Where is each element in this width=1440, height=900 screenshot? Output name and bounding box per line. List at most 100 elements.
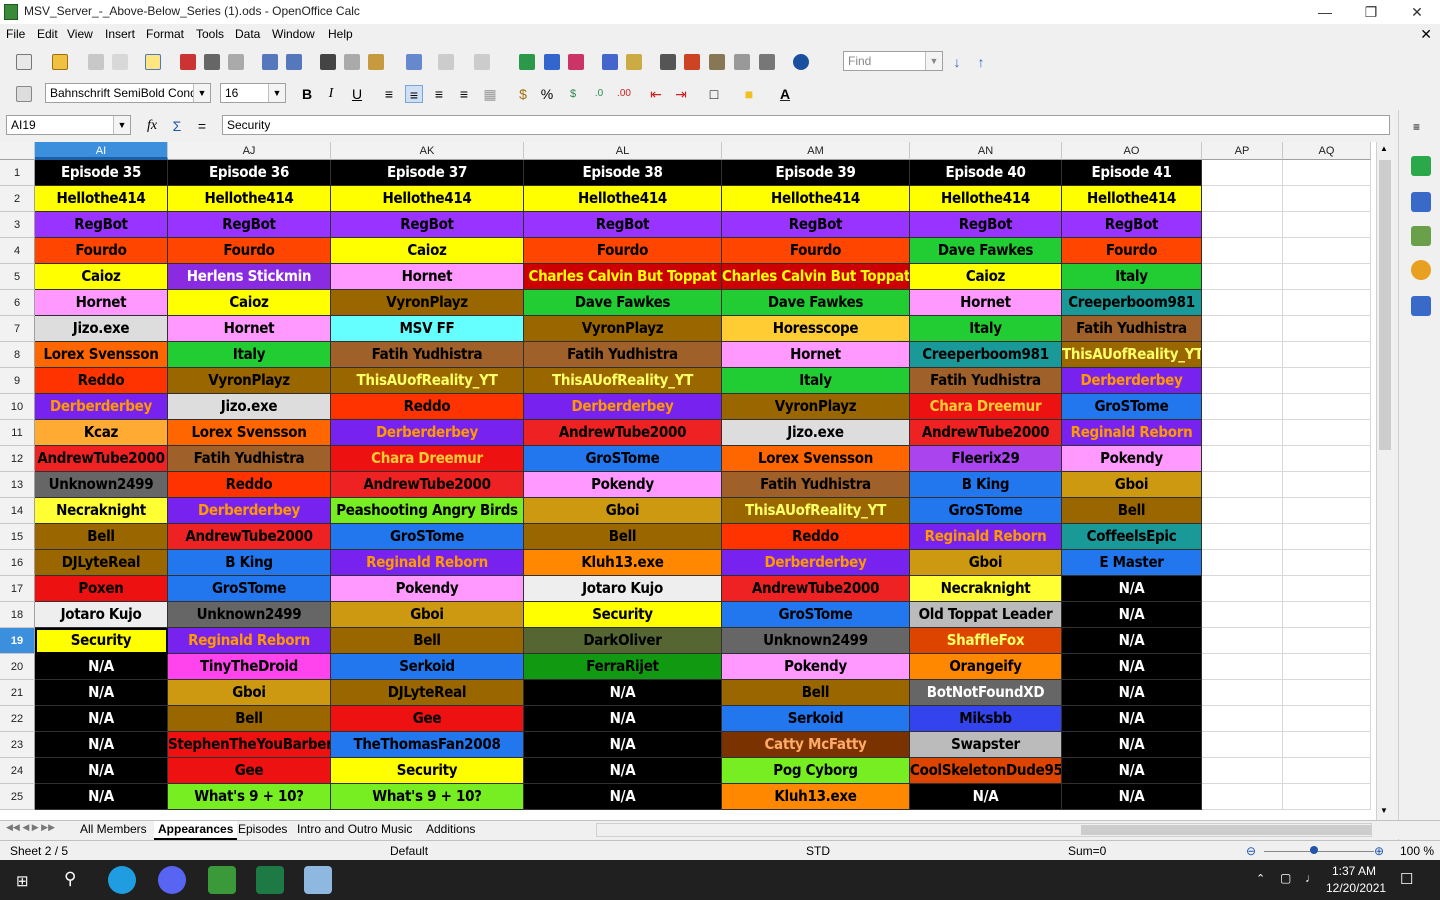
empty-cell[interactable]	[1283, 784, 1371, 810]
print-icon[interactable]	[204, 54, 220, 70]
grid-cell[interactable]: Hellothe414	[35, 186, 168, 212]
grid-cell[interactable]: N/A	[35, 758, 168, 784]
grid-cell[interactable]: What's 9 + 10?	[168, 784, 331, 810]
empty-cell[interactable]	[1283, 160, 1371, 186]
row-header[interactable]: 21	[0, 680, 35, 706]
grid-cell[interactable]: Chara Dreemur	[910, 394, 1062, 420]
autospell-icon[interactable]	[286, 54, 302, 70]
find-input[interactable]: Find ▼	[843, 51, 943, 71]
save-icon[interactable]	[88, 54, 104, 70]
redo-icon[interactable]	[474, 54, 490, 70]
grid-cell[interactable]: Hornet	[35, 290, 168, 316]
menu-view[interactable]: View	[67, 27, 93, 41]
grid-cell[interactable]: Fourdo	[722, 238, 910, 264]
row-header[interactable]: 5	[0, 264, 35, 290]
volume-icon[interactable]: ♩	[1305, 871, 1317, 885]
sum-icon[interactable]: Σ	[168, 117, 186, 135]
font-color-icon[interactable]: A	[776, 85, 794, 103]
empty-cell[interactable]	[1202, 602, 1283, 628]
row-header[interactable]: 2	[0, 186, 35, 212]
sort-descending-icon[interactable]	[568, 54, 584, 70]
row-header[interactable]: 17	[0, 576, 35, 602]
find-dropdown-icon[interactable]: ▼	[925, 52, 942, 70]
menu-insert[interactable]: Insert	[105, 27, 135, 41]
grid-cell[interactable]: N/A	[1062, 706, 1202, 732]
openoffice-calc-icon[interactable]	[208, 866, 236, 894]
empty-cell[interactable]	[1283, 342, 1371, 368]
column-header-al[interactable]: AL	[524, 142, 722, 160]
empty-cell[interactable]	[1202, 628, 1283, 654]
navigator-icon[interactable]	[684, 54, 700, 70]
grid-cell[interactable]: Bell	[1062, 498, 1202, 524]
align-right-icon[interactable]: ≡	[430, 85, 448, 103]
grid-cell[interactable]: Pokendy	[524, 472, 722, 498]
grid-cell[interactable]: Miksbb	[910, 706, 1062, 732]
maximize-button[interactable]: ❐	[1348, 0, 1394, 24]
grid-cell[interactable]: Reddo	[331, 394, 524, 420]
grid-cell[interactable]: Fourdo	[524, 238, 722, 264]
grid-cell[interactable]: Reddo	[722, 524, 910, 550]
grid-cell[interactable]: Hornet	[722, 342, 910, 368]
grid-cell[interactable]: Kluh13.exe	[722, 784, 910, 810]
column-header-ak[interactable]: AK	[331, 142, 524, 160]
grid-cell[interactable]: Fleerix29	[910, 446, 1062, 472]
excel-icon[interactable]	[256, 866, 284, 894]
empty-cell[interactable]	[1202, 264, 1283, 290]
help-icon[interactable]	[793, 54, 809, 70]
selection-mode[interactable]: STD	[806, 844, 830, 858]
row-header[interactable]: 22	[0, 706, 35, 732]
grid-cell[interactable]: Reginald Reborn	[910, 524, 1062, 550]
percent-icon[interactable]: %	[538, 85, 556, 103]
undo-icon[interactable]	[438, 54, 454, 70]
grid-cell[interactable]: Security	[524, 602, 722, 628]
empty-cell[interactable]	[1283, 290, 1371, 316]
grid-cell[interactable]: Jizo.exe	[35, 316, 168, 342]
row-header[interactable]: 4	[0, 238, 35, 264]
menu-help[interactable]: Help	[328, 27, 353, 41]
grid-cell[interactable]: Unknown2499	[168, 602, 331, 628]
underline-icon[interactable]: U	[348, 85, 366, 103]
grid-cell[interactable]: TinyTheDroid	[168, 654, 331, 680]
grid-cell[interactable]: Derberderbey	[722, 550, 910, 576]
grid-cell[interactable]: N/A	[524, 758, 722, 784]
grid-cell[interactable]: N/A	[1062, 576, 1202, 602]
grid-cell[interactable]: Italy	[1062, 264, 1202, 290]
row-header[interactable]: 23	[0, 732, 35, 758]
grid-cell[interactable]: N/A	[35, 654, 168, 680]
grid-cell[interactable]: What's 9 + 10?	[331, 784, 524, 810]
grid-cell[interactable]: Kluh13.exe	[524, 550, 722, 576]
grid-cell[interactable]: RegBot	[524, 212, 722, 238]
grid-cell[interactable]: VyronPlayz	[722, 394, 910, 420]
grid-cell[interactable]: StephenTheYouBarber	[168, 732, 331, 758]
row-header[interactable]: 10	[0, 394, 35, 420]
grid-cell[interactable]: Bell	[168, 706, 331, 732]
empty-cell[interactable]	[1202, 368, 1283, 394]
empty-cell[interactable]	[1283, 368, 1371, 394]
empty-cell[interactable]	[1283, 576, 1371, 602]
grid-cell[interactable]: ThisAUofReality_YT	[524, 368, 722, 394]
empty-cell[interactable]	[1202, 706, 1283, 732]
chart-icon[interactable]	[602, 54, 618, 70]
empty-cell[interactable]	[1283, 498, 1371, 524]
discord-icon[interactable]	[158, 866, 186, 894]
grid-cell[interactable]: Derberderbey	[524, 394, 722, 420]
search-icon[interactable]: ⚲	[64, 869, 76, 889]
menu-tools[interactable]: Tools	[196, 27, 224, 41]
borders-icon[interactable]: □	[705, 85, 723, 103]
grid-cell[interactable]: AndrewTube2000	[168, 524, 331, 550]
menu-data[interactable]: Data	[235, 27, 260, 41]
grid-cell[interactable]: N/A	[524, 706, 722, 732]
clock-date[interactable]: 12/20/2021	[1326, 881, 1386, 895]
gallery-icon[interactable]	[709, 54, 725, 70]
vertical-scroll-thumb[interactable]	[1379, 160, 1391, 450]
row-header[interactable]: 9	[0, 368, 35, 394]
grid-cell[interactable]: Italy	[910, 316, 1062, 342]
grid-cell[interactable]: N/A	[1062, 758, 1202, 784]
grid-cell[interactable]: DJLyteReal	[35, 550, 168, 576]
tab-intro-outro-music[interactable]: Intro and Outro Music	[293, 821, 416, 838]
grid-cell[interactable]: Peashooting Angry Birds	[331, 498, 524, 524]
cut-icon[interactable]	[320, 54, 336, 70]
first-sheet-icon[interactable]: ◀◀ ◀ ▶ ▶▶	[6, 822, 55, 833]
grid-cell[interactable]: CoffeelsEpic	[1062, 524, 1202, 550]
font-name-select[interactable]: Bahnschrift SemiBold Cond ▼	[45, 83, 211, 103]
